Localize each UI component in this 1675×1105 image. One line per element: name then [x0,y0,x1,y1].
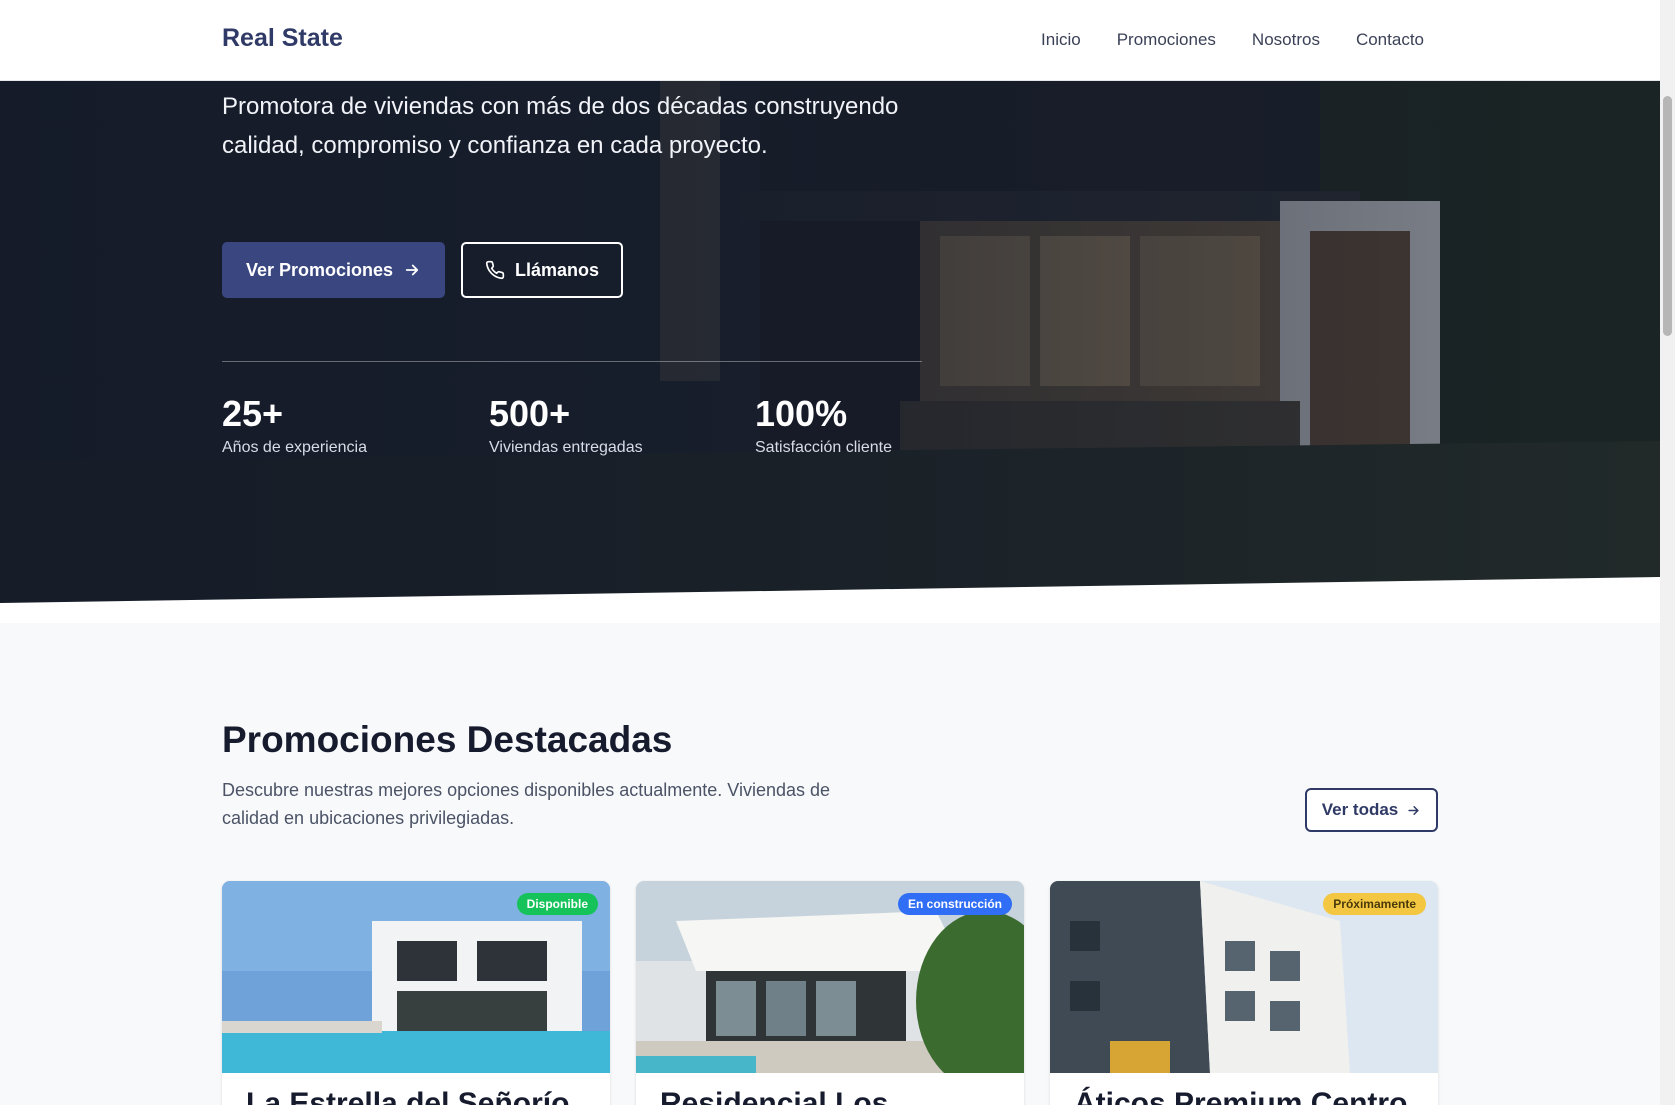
property-card[interactable]: En construcción Residencial Los [636,881,1024,1105]
property-title: La Estrella del Señorío [246,1087,570,1105]
llamanos-button[interactable]: Llámanos [461,242,623,298]
ver-promociones-label: Ver Promociones [245,259,394,280]
section-description: Descubre nuestras mejores opciones dispo… [222,780,831,828]
nav-link-contacto[interactable]: Contacto [1356,30,1424,50]
property-title: Residencial Los [660,1087,889,1105]
stat-label: Satisfacción cliente [755,439,892,456]
hero-divider [222,361,922,362]
ver-todas-label: Ver todas [1321,800,1399,819]
section-title: Promociones Destacadas [222,719,673,760]
status-badge: En construcción [897,893,1012,915]
ver-todas-button[interactable]: Ver todas [1305,788,1438,832]
status-badge: Disponible [516,893,598,915]
page-scrollbar[interactable] [1660,0,1675,1105]
nav-links: Inicio Promociones Nosotros Contacto [1041,30,1424,50]
stat-value: 100% [755,393,848,434]
stat-satisfaction: 100% Satisfacción cliente [755,393,892,457]
status-badge: Próximamente [1323,893,1426,915]
top-navbar: Real State Inicio Promociones Nosotros C… [0,0,1660,81]
property-title: Áticos Premium Centro [1074,1087,1408,1105]
brand-logo[interactable]: Real State [222,24,343,53]
hero-section: Promotora de viviendas con más de dos dé… [0,81,1660,603]
nav-link-promociones[interactable]: Promociones [1117,30,1216,50]
nav-link-nosotros[interactable]: Nosotros [1252,30,1320,50]
property-card[interactable]: Disponible La Estrella del Señorío [222,881,610,1105]
arrow-right-icon [405,264,419,276]
phone-icon [485,260,505,280]
ver-promociones-button[interactable]: Ver Promociones [222,242,445,298]
featured-section: Promociones Destacadas Descubre nuestras… [0,623,1660,1105]
stat-homes: 500+ Viviendas entregadas [489,393,643,457]
stat-label: Años de experiencia [222,439,367,456]
stat-value: 25+ [222,393,284,434]
nav-link-inicio[interactable]: Inicio [1041,30,1081,50]
stat-experience: 25+ Años de experiencia [222,393,367,457]
hero-subtitle: Promotora de viviendas con más de dos dé… [222,93,899,159]
stat-label: Viviendas entregadas [489,439,643,456]
property-card[interactable]: Próximamente Áticos Premium Centro [1050,881,1438,1105]
arrow-right-icon [1408,805,1419,815]
scrollbar-thumb[interactable] [1663,96,1672,336]
llamanos-label: Llámanos [514,259,600,280]
stat-value: 500+ [489,393,571,434]
